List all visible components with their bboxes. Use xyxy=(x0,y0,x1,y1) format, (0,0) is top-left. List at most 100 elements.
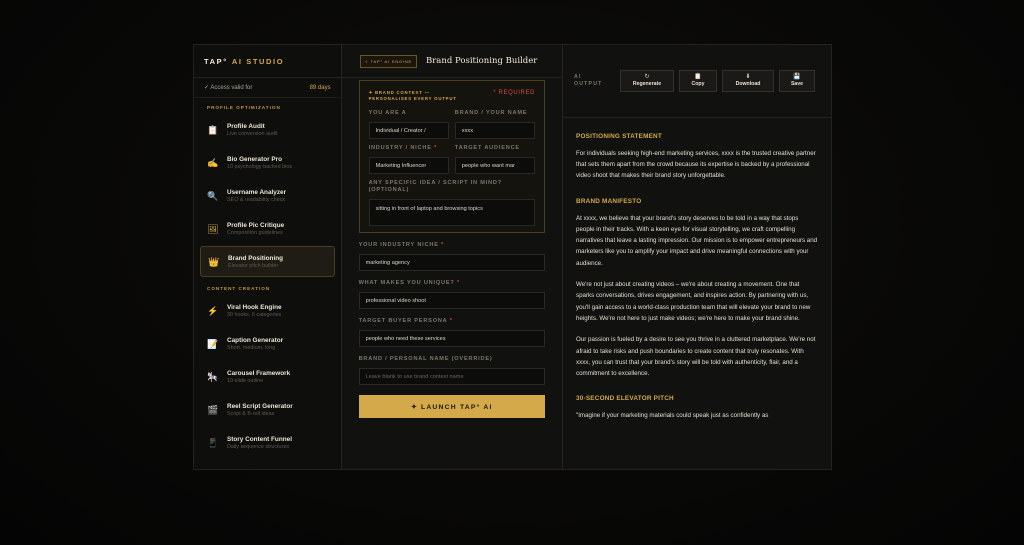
audience-field[interactable]: people who want mar xyxy=(454,157,535,174)
nav-subtitle: 10-slide outline xyxy=(227,377,264,384)
panel-header: ✧ TAP° AI ENGINE Brand Positioning Build… xyxy=(341,45,562,78)
nav-subtitle: Daily sequence structures xyxy=(227,443,290,450)
download-button[interactable]: ⬇ Download xyxy=(722,69,774,92)
nav-title: Bio Generator Pro xyxy=(227,155,283,163)
industry-field[interactable]: Marketing Influencer xyxy=(368,157,449,174)
clipboard-icon: 📋 xyxy=(207,124,219,135)
elevator-pitch-text: "Imagine if your marketing materials cou… xyxy=(576,412,769,420)
you-are-label: YOU ARE A xyxy=(368,110,407,116)
sidebar-item-brand-positioning[interactable]: 👑 Brand Positioning Elevator pitch builde… xyxy=(200,246,335,277)
brand-context-title-line2: PERSONALISES EVERY OUTPUT xyxy=(368,96,457,101)
clipboard-icon: 📋 xyxy=(694,74,702,81)
refresh-icon: ↻ xyxy=(644,74,650,81)
nav-subtitle: Elevator pitch builder xyxy=(228,262,279,269)
regenerate-button[interactable]: ↻ Regenerate xyxy=(620,69,674,92)
sidebar-item-reel-script-generator[interactable]: 🎬 Reel Script Generator Script & B-roll i… xyxy=(200,394,335,425)
sidebar-item-bio-generator[interactable]: ✍ Bio Generator Pro 10 psychology-backed … xyxy=(200,147,335,178)
manifesto-paragraph-3: Our passion is fueled by a desire to see… xyxy=(576,336,816,378)
output-label: AI OUTPUT xyxy=(574,74,620,88)
override-field[interactable]: Leave blank to use brand context name xyxy=(358,368,545,385)
unique-label-text: WHAT MAKES YOU UNIQUE? xyxy=(358,280,455,286)
copy-label: Copy xyxy=(691,81,705,88)
persona-field[interactable]: people who need these services xyxy=(358,330,545,347)
manifesto-heading: BRAND MANIFESTO xyxy=(576,197,642,205)
output-label-line2: OUTPUT xyxy=(574,80,603,87)
sidebar-item-viral-hook-engine[interactable]: ⚡ Viral Hook Engine 30 hooks, 6 categorie… xyxy=(200,295,335,326)
download-label: Download xyxy=(735,81,761,88)
idea-textarea[interactable]: sitting in front of laptop and browsing … xyxy=(368,199,535,226)
sidebar-item-username-analyzer[interactable]: 🔍 Username Analyzer SEO & readability che… xyxy=(200,180,335,211)
override-label: BRAND / PERSONAL NAME (OVERRIDE) xyxy=(358,356,493,362)
manifesto-paragraph-2: We're not just about creating videos – w… xyxy=(576,281,811,322)
you-are-select[interactable]: Individual / Creator / xyxy=(368,122,449,139)
nav-subtitle: Live conversion audit xyxy=(227,130,278,137)
nav-subtitle: Script & B-roll ideas xyxy=(227,410,275,417)
engine-badge: ✧ TAP° AI ENGINE xyxy=(359,54,417,68)
sidebar-item-profile-audit[interactable]: 📋 Profile Audit Live conversion audit xyxy=(200,114,335,145)
access-status: ✓ Access valid for 89 days xyxy=(194,78,341,98)
idea-label: ANY SPECIFIC IDEA / SCRIPT IN MIND? (OPT… xyxy=(368,180,502,193)
picture-icon: 🖼 xyxy=(207,223,219,234)
nav-title: Profile Audit xyxy=(227,122,265,130)
sidebar-item-carousel-framework[interactable]: 🎠 Carousel Framework 10-slide outline xyxy=(200,361,335,392)
crown-icon: 👑 xyxy=(208,256,220,267)
sidebar: TAP° AI STUDIO ✓ Access valid for 89 day… xyxy=(194,45,342,469)
app-window: TAP° AI STUDIO ✓ Access valid for 89 day… xyxy=(193,44,832,470)
nav-title: Reel Script Generator xyxy=(227,402,293,410)
nav-title: Story Content Funnel xyxy=(227,435,292,443)
brand-name-label: BRAND / YOUR NAME xyxy=(454,110,528,116)
brand-context-box: ✦ BRAND CONTEXT — PERSONALISES EVERY OUT… xyxy=(358,80,545,233)
brand-context-title: ✦ BRAND CONTEXT — PERSONALISES EVERY OUT… xyxy=(369,90,457,102)
nav-title: Username Analyzer xyxy=(227,188,287,196)
nav-subtitle: SEO & readability check xyxy=(227,196,286,203)
download-icon: ⬇ xyxy=(745,74,751,81)
save-button[interactable]: 💾 Save xyxy=(779,69,815,92)
niche-field[interactable]: marketing agency xyxy=(358,254,545,271)
niche-label: YOUR INDUSTRY NICHE * xyxy=(358,242,445,248)
brand-logo: TAP° AI STUDIO xyxy=(194,45,341,78)
copy-button[interactable]: 📋 Copy xyxy=(679,69,717,92)
writing-hand-icon: ✍ xyxy=(207,157,219,168)
carousel-icon: 🎠 xyxy=(207,371,219,382)
nav-title: Brand Positioning xyxy=(228,254,284,262)
regenerate-label: Regenerate xyxy=(632,81,662,88)
nav-title: Carousel Framework xyxy=(227,369,291,377)
unique-field[interactable]: professional video shoot xyxy=(358,292,545,309)
sidebar-item-caption-generator[interactable]: 📝 Caption Generator Short, medium, long xyxy=(200,328,335,359)
page-title: Brand Positioning Builder xyxy=(425,56,538,66)
brand-name: TAP° xyxy=(204,56,228,66)
output-panel: AI OUTPUT ↻ Regenerate 📋 Copy ⬇ Download… xyxy=(563,45,831,469)
nav-subtitle: Short, medium, long xyxy=(227,344,276,351)
launch-button[interactable]: ✦ LAUNCH TAP° AI xyxy=(358,395,545,418)
section-profile-optimization: PROFILE OPTIMIZATION xyxy=(207,105,281,110)
sidebar-item-profile-pic-critique[interactable]: 🖼 Profile Pic Critique Composition guidel… xyxy=(200,213,335,244)
section-content-creation: CONTENT CREATION xyxy=(207,286,271,291)
industry-label-text: INDUSTRY / NICHE xyxy=(368,145,432,151)
positioning-text: For individuals seeking high-end marketi… xyxy=(576,149,816,180)
phone-icon: 📱 xyxy=(207,437,219,448)
lightning-icon: ⚡ xyxy=(207,305,219,316)
industry-label: INDUSTRY / NICHE * xyxy=(368,145,438,151)
brand-sub: AI STUDIO xyxy=(231,56,285,66)
brand-name-field[interactable]: xxxx xyxy=(454,122,535,139)
output-label-line1: AI xyxy=(574,73,582,80)
nav-subtitle: 30 hooks, 6 categories xyxy=(227,311,282,318)
save-label: Save xyxy=(790,81,804,88)
memo-icon: 📝 xyxy=(207,338,219,349)
access-days: 89 days xyxy=(309,84,331,91)
audience-label: TARGET AUDIENCE xyxy=(454,145,520,151)
required-note: * REQUIRED xyxy=(493,90,535,96)
floppy-icon: 💾 xyxy=(793,74,801,81)
manifesto-paragraph-1: At xxxx, we believe that your brand's st… xyxy=(576,214,818,267)
magnifier-icon: 🔍 xyxy=(207,190,219,201)
output-toolbar: AI OUTPUT ↻ Regenerate 📋 Copy ⬇ Download… xyxy=(563,45,831,118)
input-panel: ✧ TAP° AI ENGINE Brand Positioning Build… xyxy=(341,45,563,469)
access-label: ✓ Access valid for xyxy=(204,85,253,91)
positioning-heading: POSITIONING STATEMENT xyxy=(576,132,662,140)
persona-label-text: TARGET BUYER PERSONA xyxy=(358,318,448,324)
nav-subtitle: Composition guidelines xyxy=(227,229,283,236)
output-content: POSITIONING STATEMENT For individuals se… xyxy=(563,118,831,469)
sidebar-item-story-content-funnel[interactable]: 📱 Story Content Funnel Daily sequence str… xyxy=(200,427,335,458)
nav-title: Caption Generator xyxy=(227,336,284,344)
persona-label: TARGET BUYER PERSONA * xyxy=(358,318,453,324)
